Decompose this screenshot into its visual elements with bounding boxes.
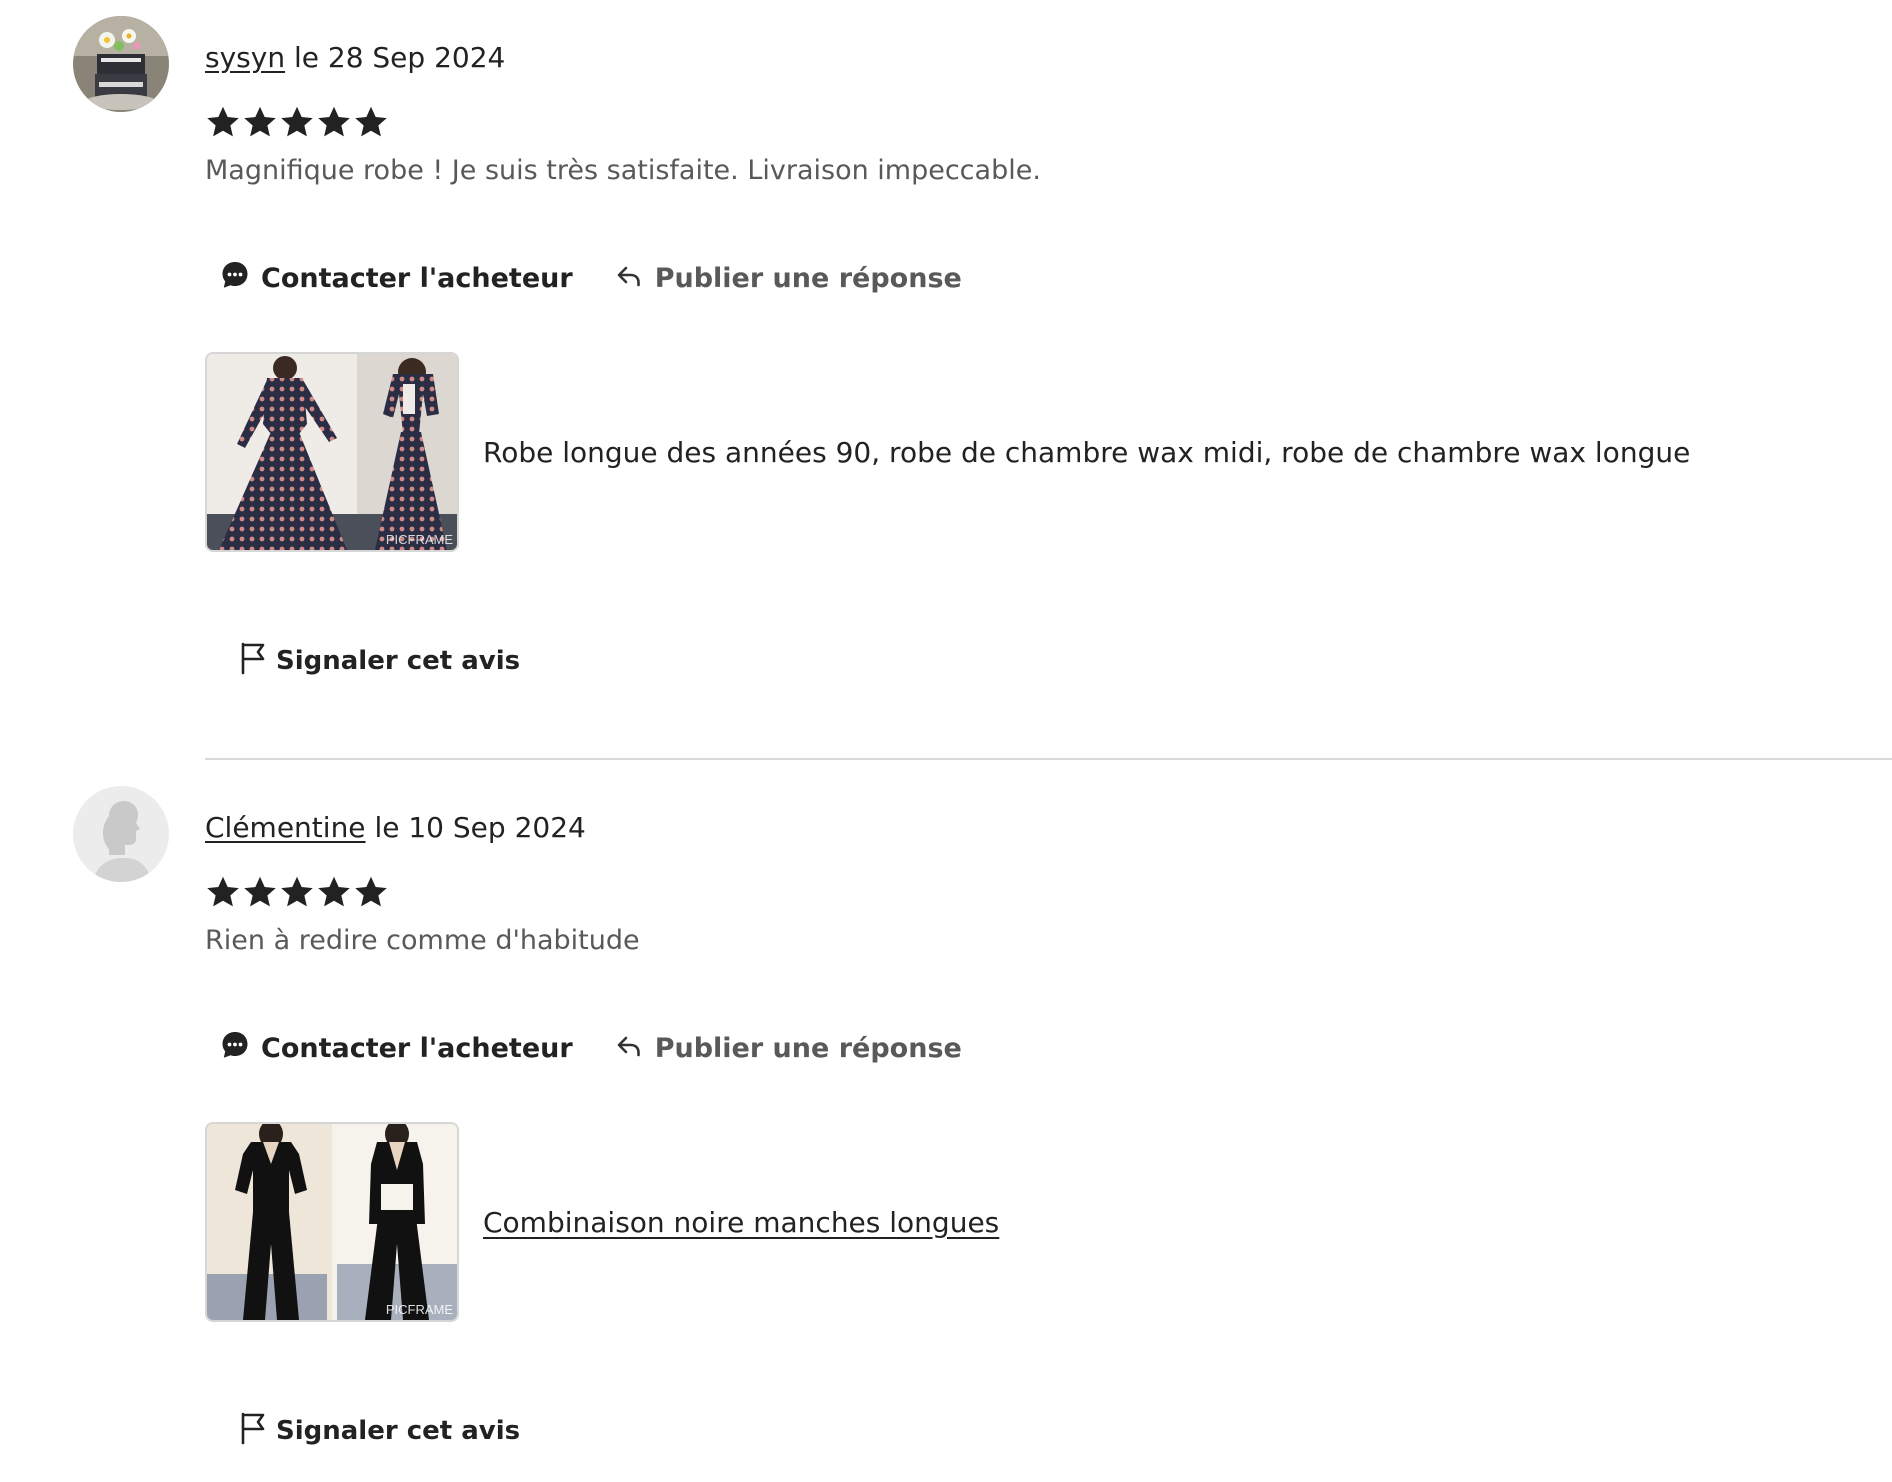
star-icon xyxy=(242,874,278,918)
report-review-button[interactable]: Signaler cet avis xyxy=(238,636,520,686)
reviewed-product: PICFRAME Combinaison noire manches longu… xyxy=(205,1122,999,1322)
reviewer-avatar[interactable] xyxy=(73,786,169,882)
reviewed-product: PICFRAME Robe longue des années 90, robe… xyxy=(205,352,1690,552)
contact-buyer-label: Contacter l'acheteur xyxy=(261,1032,573,1064)
contact-buyer-button[interactable]: Contacter l'acheteur xyxy=(205,250,587,306)
star-icon xyxy=(205,874,241,918)
flag-icon xyxy=(238,1411,270,1452)
review-text: Rien à redire comme d'habitude xyxy=(205,925,640,956)
review-date: le 28 Sep 2024 xyxy=(293,41,506,74)
star-rating xyxy=(205,874,389,918)
chat-bubble-icon xyxy=(219,259,251,298)
publish-reply-button[interactable]: Publier une réponse xyxy=(599,250,976,306)
review-actions: Contacter l'acheteur Publier une réponse xyxy=(205,1020,976,1076)
flag-icon xyxy=(238,641,270,682)
product-thumbnail[interactable]: PICFRAME xyxy=(205,352,459,552)
review-meta: sysyn le 28 Sep 2024 xyxy=(205,41,505,75)
publish-reply-label: Publier une réponse xyxy=(654,1032,962,1064)
contact-buyer-button[interactable]: Contacter l'acheteur xyxy=(205,1020,587,1076)
publish-reply-button[interactable]: Publier une réponse xyxy=(599,1020,976,1076)
star-icon xyxy=(316,104,352,148)
report-review-label: Signaler cet avis xyxy=(276,1416,521,1446)
review-meta: Clémentine le 10 Sep 2024 xyxy=(205,811,586,845)
star-icon xyxy=(242,104,278,148)
contact-buyer-label: Contacter l'acheteur xyxy=(261,262,573,294)
thumbnail-watermark: PICFRAME xyxy=(386,532,454,547)
publish-reply-label: Publier une réponse xyxy=(654,262,962,294)
product-title-link[interactable]: Combinaison noire manches longues xyxy=(483,1206,999,1239)
review-divider xyxy=(205,758,1892,760)
star-icon xyxy=(279,104,315,148)
product-title: Robe longue des années 90, robe de chamb… xyxy=(483,435,1691,469)
product-thumbnail[interactable]: PICFRAME xyxy=(205,1122,459,1322)
reviewer-name-link[interactable]: Clémentine xyxy=(205,811,366,844)
thumbnail-watermark: PICFRAME xyxy=(386,1302,454,1317)
reply-arrow-icon xyxy=(613,259,645,298)
star-icon xyxy=(316,874,352,918)
star-icon xyxy=(353,104,389,148)
review-actions: Contacter l'acheteur Publier une réponse xyxy=(205,250,976,306)
star-rating xyxy=(205,104,389,148)
report-review-label: Signaler cet avis xyxy=(276,646,521,676)
star-icon xyxy=(205,104,241,148)
review-date: le 10 Sep 2024 xyxy=(374,811,586,844)
review-text: Magnifique robe ! Je suis très satisfait… xyxy=(205,155,1041,186)
reviewer-avatar[interactable] xyxy=(73,16,169,112)
chat-bubble-icon xyxy=(219,1029,251,1068)
reply-arrow-icon xyxy=(613,1029,645,1068)
star-icon xyxy=(279,874,315,918)
report-review-button[interactable]: Signaler cet avis xyxy=(238,1406,520,1456)
star-icon xyxy=(353,874,389,918)
reviewer-name-link[interactable]: sysyn xyxy=(205,41,285,74)
